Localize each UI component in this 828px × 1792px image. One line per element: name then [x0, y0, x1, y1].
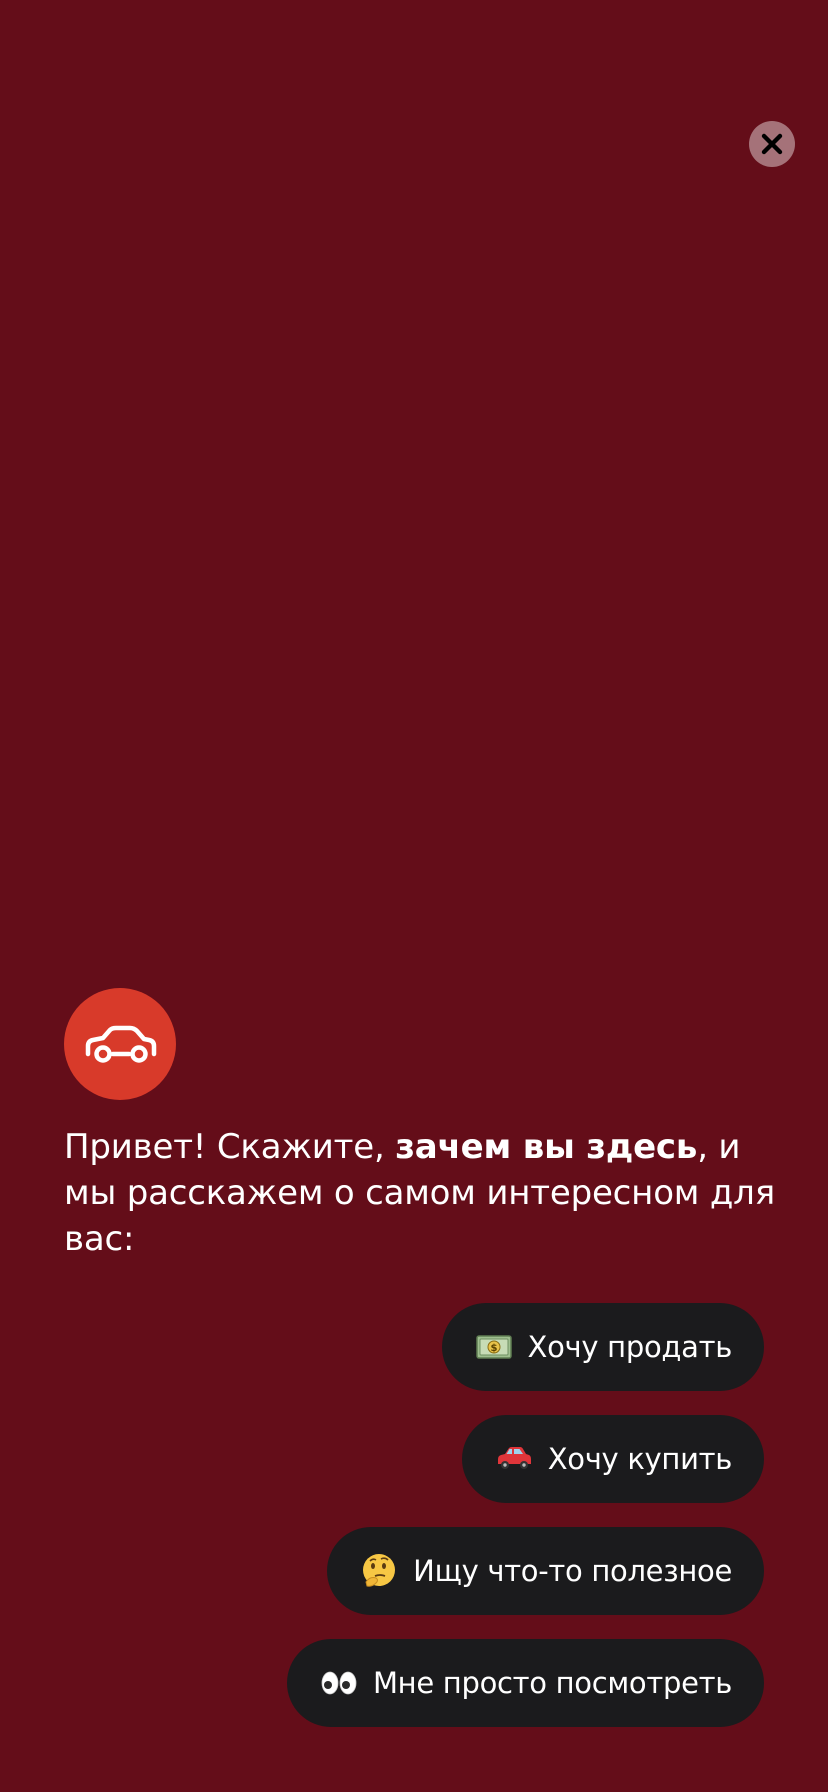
eyes-icon [319, 1663, 359, 1703]
option-buy-label: Хочу купить [547, 1442, 733, 1476]
greeting-part1: Привет! Скажите, [64, 1127, 396, 1167]
option-browse-button[interactable]: Мне просто посмотреть [286, 1639, 764, 1727]
options-list: $ Хочу продать Хочу купить Ищу что-то по… [286, 1303, 764, 1751]
option-useful-button[interactable]: Ищу что-то полезное [327, 1527, 764, 1615]
thinking-face-icon [359, 1551, 399, 1591]
money-icon: $ [474, 1327, 514, 1367]
option-sell-label: Хочу продать [527, 1330, 733, 1364]
svg-text:$: $ [490, 1343, 497, 1354]
car-icon [85, 1025, 157, 1063]
close-icon [761, 133, 783, 155]
app-logo [64, 988, 176, 1100]
option-useful-label: Ищу что-то полезное [413, 1554, 732, 1588]
greeting-bold: зачем вы здесь [395, 1127, 698, 1167]
option-sell-button[interactable]: $ Хочу продать [441, 1303, 764, 1391]
option-browse-label: Мне просто посмотреть [372, 1666, 732, 1700]
red-car-icon [494, 1439, 534, 1479]
greeting-text: Привет! Скажите, зачем вы здесь, и мы ра… [64, 1124, 784, 1262]
close-button[interactable] [749, 121, 795, 167]
option-buy-button[interactable]: Хочу купить [461, 1415, 764, 1503]
